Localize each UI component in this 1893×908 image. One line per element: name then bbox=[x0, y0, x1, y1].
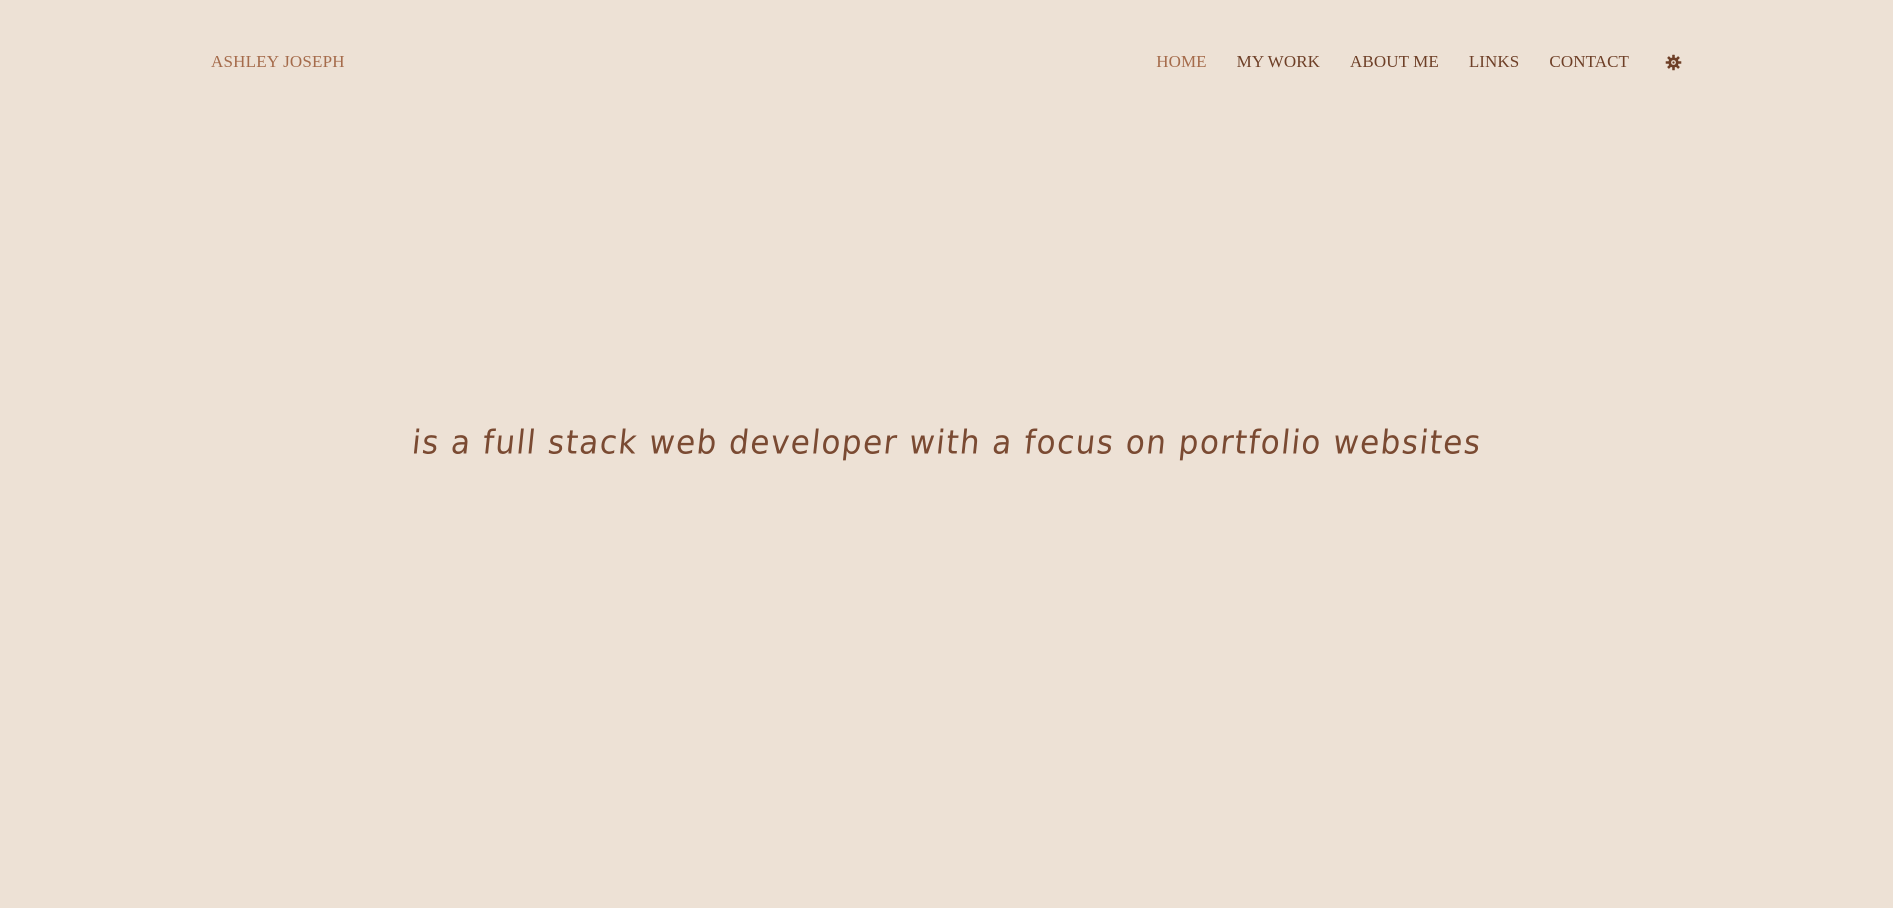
main-nav: HOME MY WORK ABOUT ME LINKS CONTACT bbox=[1156, 52, 1683, 72]
nav-links[interactable]: LINKS bbox=[1469, 52, 1520, 72]
nav-home[interactable]: HOME bbox=[1156, 52, 1206, 72]
brand-link[interactable]: ASHLEY JOSEPH bbox=[211, 52, 345, 72]
gear-icon bbox=[1665, 54, 1682, 71]
hero-section: is a full stack web developer with a foc… bbox=[0, 423, 1893, 463]
nav-about-me[interactable]: ABOUT ME bbox=[1350, 52, 1439, 72]
nav-contact[interactable]: CONTACT bbox=[1549, 52, 1629, 72]
hero-tagline: is a full stack web developer with a foc… bbox=[409, 423, 1484, 463]
theme-toggle-button[interactable] bbox=[1663, 52, 1683, 72]
nav-my-work[interactable]: MY WORK bbox=[1237, 52, 1320, 72]
site-header: ASHLEY JOSEPH HOME MY WORK ABOUT ME LINK… bbox=[0, 0, 1893, 130]
